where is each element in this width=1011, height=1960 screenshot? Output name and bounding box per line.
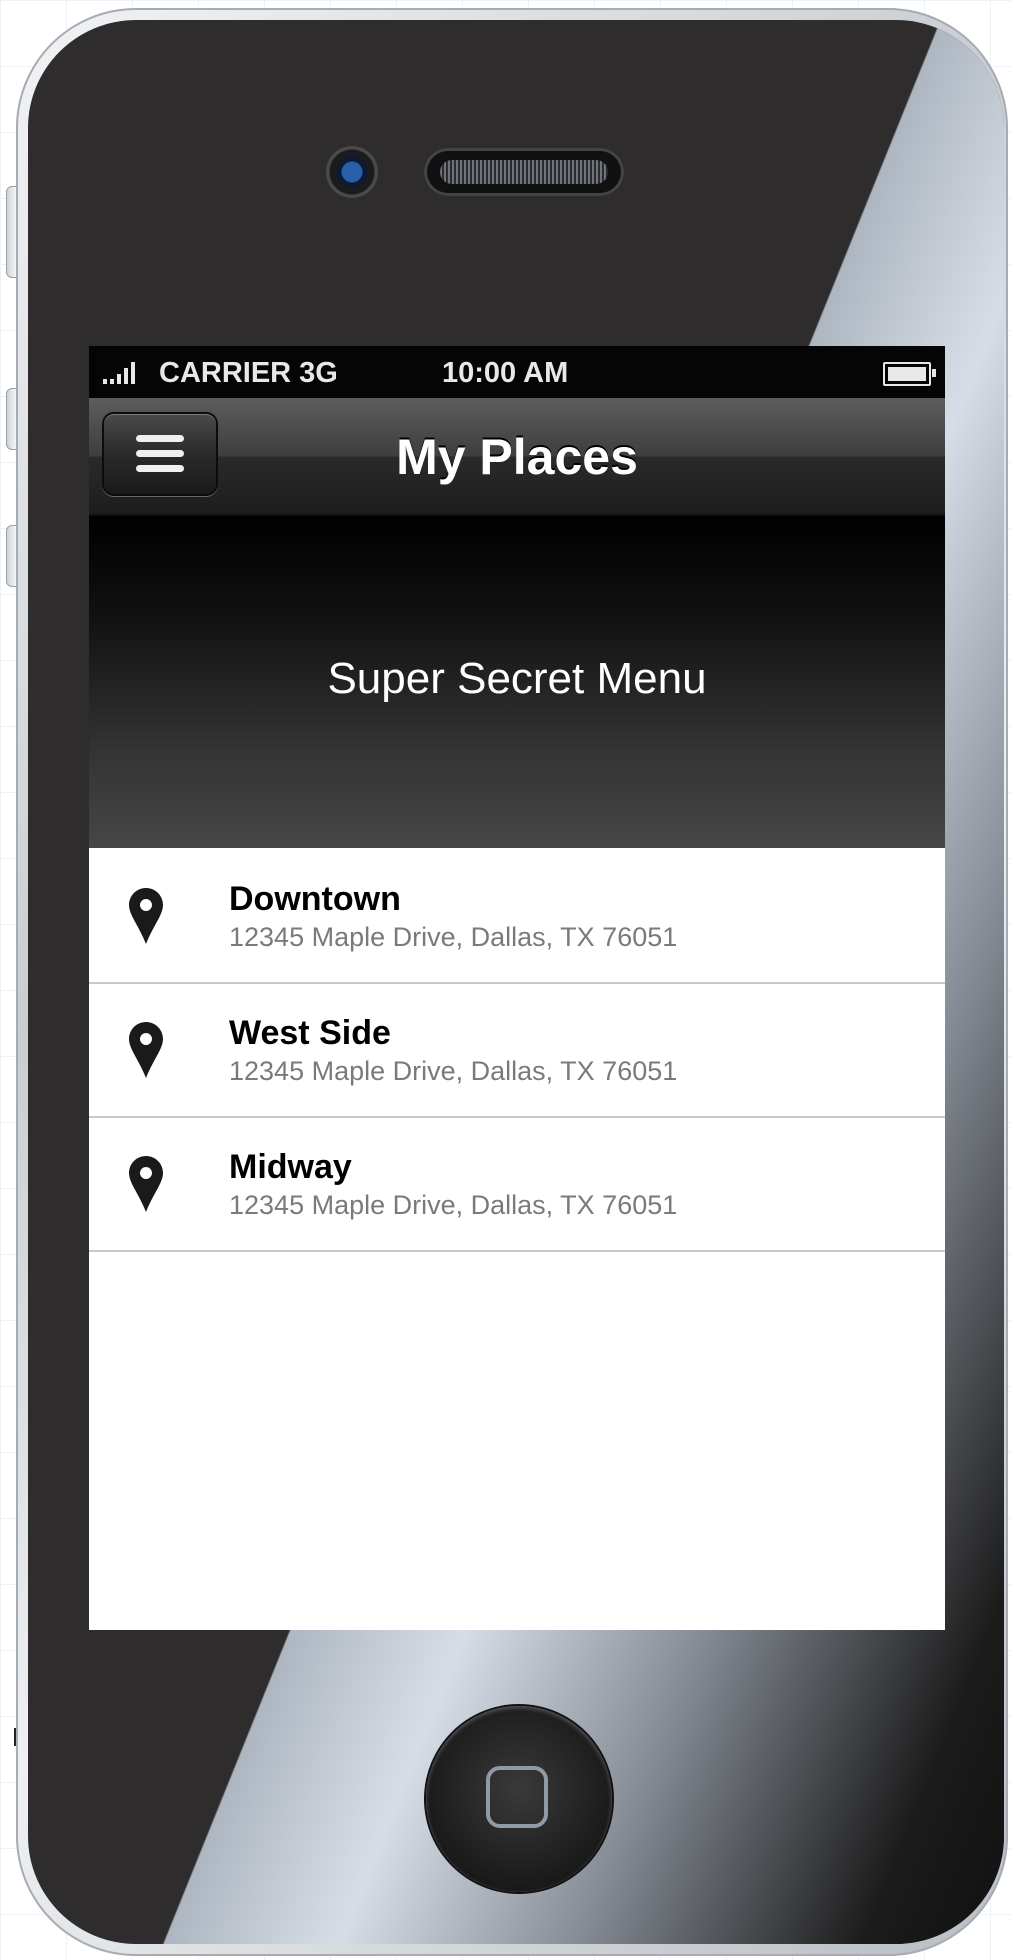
place-address: 12345 Maple Drive, Dallas, TX 76051 bbox=[229, 1056, 678, 1086]
place-address: 12345 Maple Drive, Dallas, TX 76051 bbox=[229, 1190, 678, 1220]
battery-icon bbox=[883, 362, 936, 386]
carrier-label: CARRIER 3G bbox=[159, 357, 338, 389]
map-pin-icon bbox=[129, 1156, 163, 1212]
place-address: 12345 Maple Drive, Dallas, TX 76051 bbox=[229, 922, 678, 952]
place-name: West Side bbox=[229, 1014, 391, 1052]
list-item-west-side[interactable]: West Side 12345 Maple Drive, Dallas, TX … bbox=[89, 984, 945, 1118]
status-time: 10:00 AM bbox=[442, 357, 569, 389]
device-screen: CARRIER 3G 10:00 AM My Places Super Secr… bbox=[89, 346, 945, 1630]
earpiece-speaker bbox=[424, 148, 624, 196]
place-name: Downtown bbox=[229, 880, 401, 918]
places-list: Downtown 12345 Maple Drive, Dallas, TX 7… bbox=[89, 850, 945, 1252]
list-item-midway[interactable]: Midway 12345 Maple Drive, Dallas, TX 760… bbox=[89, 1118, 945, 1252]
list-item-downtown[interactable]: Downtown 12345 Maple Drive, Dallas, TX 7… bbox=[89, 850, 945, 984]
page-title: My Places bbox=[396, 429, 638, 485]
place-name: Midway bbox=[229, 1148, 352, 1186]
secret-menu-label: Super Secret Menu bbox=[327, 654, 707, 703]
status-bar: CARRIER 3G 10:00 AM bbox=[89, 346, 945, 398]
map-pin-icon bbox=[129, 1022, 163, 1078]
map-pin-icon bbox=[129, 888, 163, 944]
signal-strength-icon bbox=[103, 360, 135, 384]
home-button[interactable] bbox=[426, 1706, 612, 1892]
navigation-bar: My Places bbox=[89, 398, 945, 516]
home-square-icon bbox=[486, 1766, 548, 1828]
speaker-grille bbox=[440, 160, 608, 184]
front-camera-icon bbox=[326, 146, 378, 198]
secret-menu-panel[interactable]: Super Secret Menu bbox=[89, 516, 945, 848]
